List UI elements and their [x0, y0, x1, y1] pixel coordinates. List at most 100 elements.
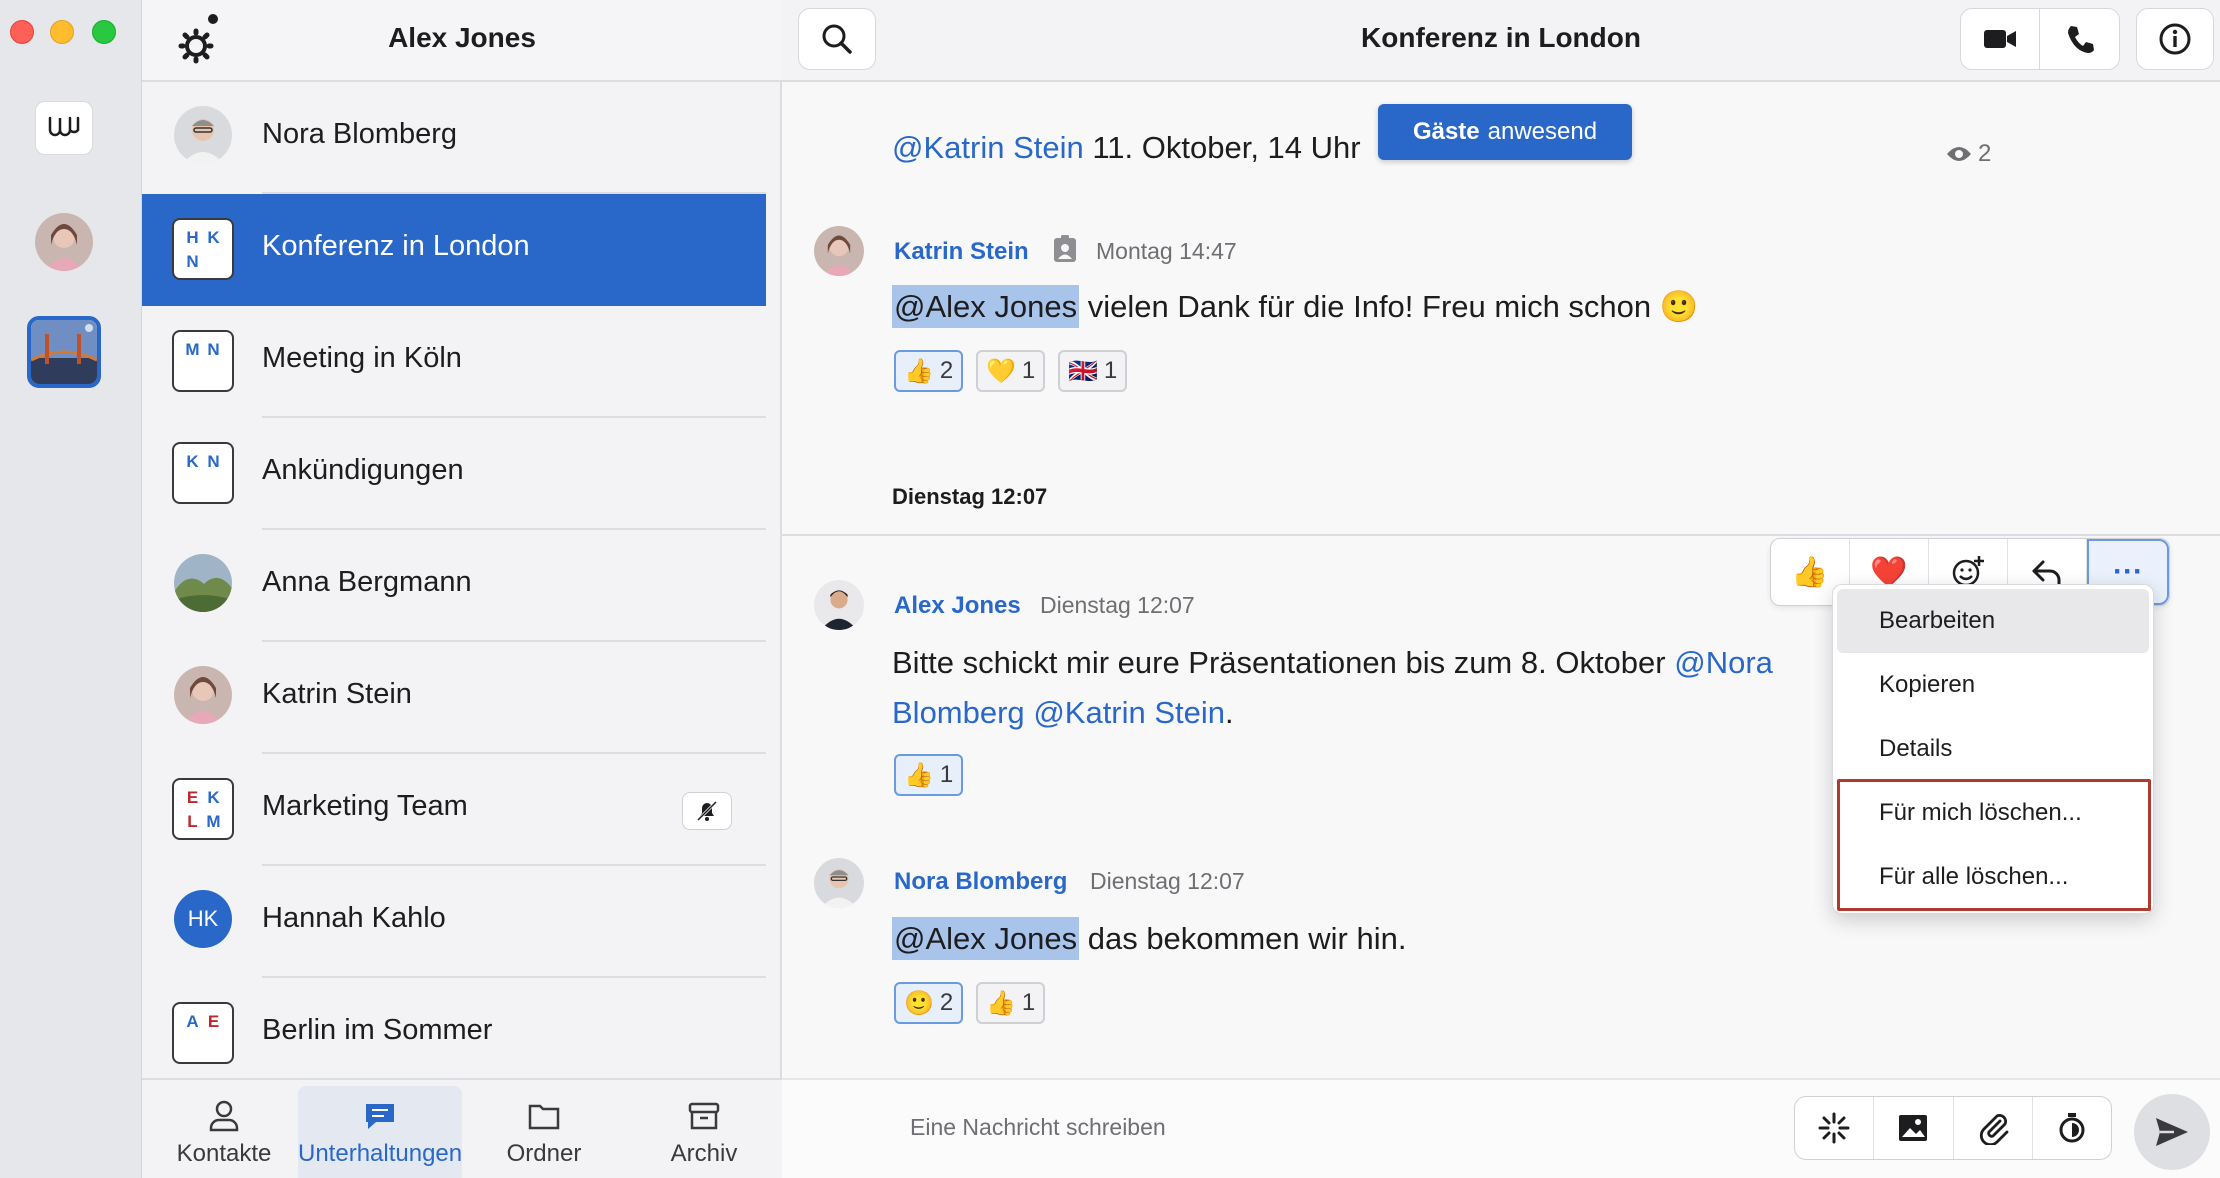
- reaction-emoji: 👍: [986, 989, 1016, 1017]
- nav-label: Kontakte: [176, 1140, 272, 1167]
- thumbs-up-icon: 👍: [1791, 555, 1829, 589]
- info-icon: [2159, 23, 2191, 55]
- audio-call-button[interactable]: [2040, 9, 2119, 69]
- mention-highlight[interactable]: @Alex Jones: [892, 917, 1080, 960]
- nav-label: Ordner: [506, 1140, 582, 1167]
- mention[interactable]: @Katrin Stein: [1033, 695, 1225, 730]
- reaction-emoji: 💛: [986, 357, 1016, 385]
- mention-highlight[interactable]: @Alex Jones: [892, 285, 1080, 328]
- eye-icon: [1947, 147, 1971, 161]
- initial: A: [186, 1012, 199, 1031]
- message-author[interactable]: Nora Blomberg: [894, 868, 1067, 896]
- reaction-emoji: 🇬🇧: [1068, 357, 1098, 385]
- send-button[interactable]: [2134, 1094, 2210, 1170]
- message-input[interactable]: Eine Nachricht schreiben: [910, 1114, 1166, 1141]
- mention[interactable]: @Nora: [1674, 645, 1773, 680]
- reaction-chip[interactable]: 💛 1: [976, 350, 1046, 392]
- banner-bold: Gäste: [1412, 118, 1480, 145]
- group-initials-avatar: A E: [172, 1002, 234, 1064]
- menu-item-copy[interactable]: Kopieren: [1837, 653, 2149, 717]
- delete-options-highlight: [1837, 779, 2151, 911]
- chat-header: Konferenz in London: [782, 0, 2220, 82]
- conversation-item[interactable]: Nora Blomberg: [142, 82, 766, 194]
- menu-item-details[interactable]: Details: [1837, 717, 2149, 781]
- initial: L: [187, 812, 198, 831]
- reaction-chip[interactable]: 🇬🇧 1: [1058, 350, 1128, 392]
- team-switch-avatar[interactable]: [27, 316, 101, 388]
- nav-label: Archiv: [670, 1140, 738, 1167]
- reaction-count: 2: [939, 989, 954, 1016]
- message-body: vielen Dank für die Info! Freu mich scho…: [1079, 289, 1699, 324]
- video-call-button[interactable]: [1961, 9, 2040, 69]
- mention[interactable]: Blomberg: [892, 695, 1025, 730]
- conversation-item-active[interactable]: H K N Konferenz in London: [142, 194, 766, 306]
- conversation-sidebar: Alex Jones Nora Blomberg H K N Konferenz…: [142, 0, 782, 1178]
- menu-item-edit[interactable]: Bearbeiten: [1837, 589, 2149, 653]
- message-author[interactable]: Katrin Stein: [894, 238, 1029, 266]
- reaction-count: 1: [1021, 989, 1036, 1016]
- reaction-count: 2: [939, 357, 954, 384]
- avatar-initials: HK: [174, 890, 232, 948]
- reaction-emoji: 👍: [904, 761, 934, 789]
- account-avatar[interactable]: [35, 213, 93, 271]
- message-text: @Alex Jones das bekommen wir hin.: [892, 914, 1406, 964]
- avatar: [174, 554, 232, 612]
- conversation-item[interactable]: A E Berlin im Sommer: [142, 978, 766, 1090]
- wire-logo-icon[interactable]: [35, 101, 93, 155]
- initial: K: [186, 452, 199, 471]
- conversation-item[interactable]: Anna Bergmann: [142, 530, 766, 642]
- message-time: Dienstag 12:07: [1090, 868, 1245, 894]
- message-text: @Alex Jones vielen Dank für die Info! Fr…: [892, 282, 1698, 332]
- nav-conversations[interactable]: Unterhaltungen: [298, 1086, 462, 1178]
- folder-icon: [528, 1104, 560, 1130]
- initial: N: [207, 340, 220, 359]
- video-camera-icon: [1984, 30, 2016, 48]
- read-receipt[interactable]: 2: [1946, 140, 1991, 168]
- nav-folders[interactable]: Ordner: [462, 1086, 626, 1178]
- message-author[interactable]: Alex Jones: [894, 592, 1021, 620]
- reaction-chip[interactable]: 👍 1: [976, 982, 1046, 1024]
- nav-archive[interactable]: Archiv: [622, 1086, 786, 1178]
- initial: K: [207, 788, 220, 807]
- reaction-chip[interactable]: 👍 2: [894, 350, 964, 392]
- initial: H: [186, 228, 199, 247]
- avatar[interactable]: [814, 858, 864, 908]
- conversation-name: Hannah Kahlo: [262, 902, 446, 934]
- conversation-item[interactable]: Katrin Stein: [142, 642, 766, 754]
- reaction-count: 1: [1021, 357, 1036, 384]
- ping-button[interactable]: [1795, 1097, 1875, 1159]
- muted-bell-icon[interactable]: [682, 792, 732, 830]
- conversation-name: Katrin Stein: [262, 678, 412, 710]
- group-initials-avatar: K N: [172, 442, 234, 504]
- reaction-count: 1: [1103, 357, 1118, 384]
- avatar[interactable]: [814, 580, 864, 630]
- nav-contacts[interactable]: Kontakte: [142, 1086, 306, 1178]
- window-zoom-button[interactable]: [92, 20, 116, 44]
- attach-file-button[interactable]: [1954, 1097, 2033, 1159]
- bottom-navigation: Kontakte Unterhaltungen Ordner Archiv: [142, 1078, 782, 1178]
- conversation-item[interactable]: HK Hannah Kahlo: [142, 866, 766, 978]
- avatar[interactable]: [814, 226, 864, 276]
- paperclip-icon: [1979, 1114, 2009, 1145]
- image-upload-button[interactable]: [1874, 1097, 1954, 1159]
- person-icon: [209, 1100, 239, 1132]
- conversation-item[interactable]: E K L M Marketing Team: [142, 754, 766, 866]
- window-minimize-button[interactable]: [50, 20, 74, 44]
- window-close-button[interactable]: [10, 20, 34, 44]
- mention[interactable]: @Katrin Stein: [892, 130, 1084, 165]
- info-button[interactable]: [2136, 8, 2214, 70]
- avatar: [174, 666, 232, 724]
- conversation-item[interactable]: M N Meeting in Köln: [142, 306, 766, 418]
- message-body: Bitte schickt mir eure Präsentationen bi…: [892, 645, 1675, 680]
- timed-message-button[interactable]: [2033, 1097, 2111, 1159]
- reaction-count: 1: [939, 761, 954, 788]
- composer-tools: [1794, 1096, 2112, 1160]
- conversation-name: Meeting in Köln: [262, 342, 462, 374]
- reaction-chip[interactable]: 🙂 2: [894, 982, 964, 1024]
- conversation-name: Anna Bergmann: [262, 566, 472, 598]
- conversation-item[interactable]: K N Ankündigungen: [142, 418, 766, 530]
- conversation-name: Ankündigungen: [262, 454, 464, 486]
- divider: [782, 534, 2220, 536]
- guest-badge-icon: [1052, 234, 1078, 269]
- reaction-chip[interactable]: 👍 1: [894, 754, 964, 796]
